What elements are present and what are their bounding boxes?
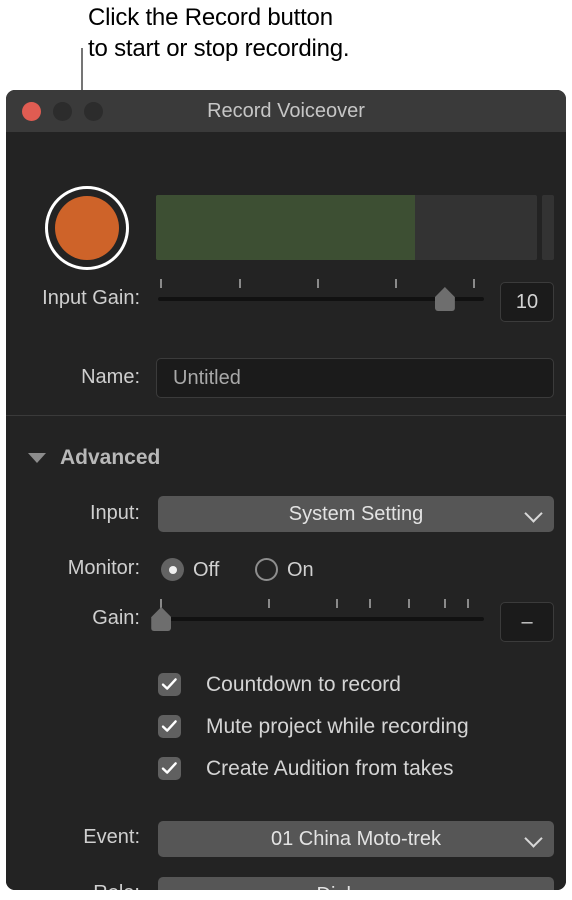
- event-select[interactable]: 01 China Moto-trek: [158, 821, 554, 857]
- level-meter-peak-segment: [542, 195, 554, 260]
- window-content: Input Gain: 10 Name: Untitled Advanced I…: [6, 132, 566, 890]
- input-gain-label: Input Gain:: [42, 287, 140, 309]
- checkbox-mute-label: Mute project while recording: [206, 715, 469, 738]
- input-gain-value[interactable]: 10: [500, 282, 554, 322]
- input-gain-ticks: [158, 279, 484, 289]
- event-label: Event:: [83, 826, 140, 848]
- level-meter: [156, 195, 554, 260]
- radio-empty-icon: [255, 558, 278, 581]
- role-select[interactable]: Dialogue: [158, 877, 554, 890]
- input-gain-thumb[interactable]: [434, 287, 455, 311]
- checkbox-countdown-label: Countdown to record: [206, 673, 401, 696]
- gain-label: Gain:: [92, 607, 140, 629]
- name-label: Name:: [81, 366, 140, 388]
- record-button[interactable]: [45, 186, 129, 270]
- input-source-value: System Setting: [288, 503, 424, 525]
- monitor-radio-on-label: On: [287, 559, 314, 581]
- gain-slider[interactable]: [151, 599, 484, 633]
- callout-line-2: to start or stop recording.: [88, 35, 350, 62]
- section-divider: [6, 415, 566, 416]
- radio-selected-icon: [161, 558, 184, 581]
- advanced-label: Advanced: [60, 446, 161, 469]
- gain-thumb[interactable]: [151, 607, 172, 631]
- checkmark-icon: [158, 757, 181, 780]
- checkmark-icon: [158, 673, 181, 696]
- level-meter-fill: [156, 195, 416, 260]
- checkmark-icon: [158, 715, 181, 738]
- monitor-label: Monitor:: [67, 557, 140, 579]
- name-input-value: Untitled: [173, 367, 241, 389]
- monitor-radio-off-label: Off: [193, 559, 220, 581]
- record-voiceover-window: Record Voiceover Input Gain: 10 Name: Un…: [6, 90, 566, 890]
- name-input[interactable]: Untitled: [156, 358, 554, 398]
- role-label: Role:: [6, 882, 140, 890]
- window-titlebar: Record Voiceover: [6, 90, 566, 133]
- level-meter-track: [156, 195, 537, 260]
- callout-line-1: Click the Record button: [88, 4, 333, 31]
- role-value: Dialogue: [158, 877, 554, 890]
- input-source-label: Input:: [89, 502, 140, 524]
- window-title: Record Voiceover: [207, 100, 365, 122]
- gain-ticks: [158, 599, 484, 609]
- input-source-select[interactable]: System Setting: [158, 496, 554, 532]
- callout-annotation: Click the Record button to start or stop…: [88, 2, 558, 64]
- gain-value[interactable]: –: [500, 602, 554, 642]
- event-value: 01 China Moto-trek: [270, 828, 442, 850]
- gain-rail: [158, 617, 484, 621]
- checkbox-audition-label: Create Audition from takes: [206, 757, 454, 780]
- triangle-down-icon: [28, 453, 46, 463]
- input-gain-slider[interactable]: [158, 279, 484, 313]
